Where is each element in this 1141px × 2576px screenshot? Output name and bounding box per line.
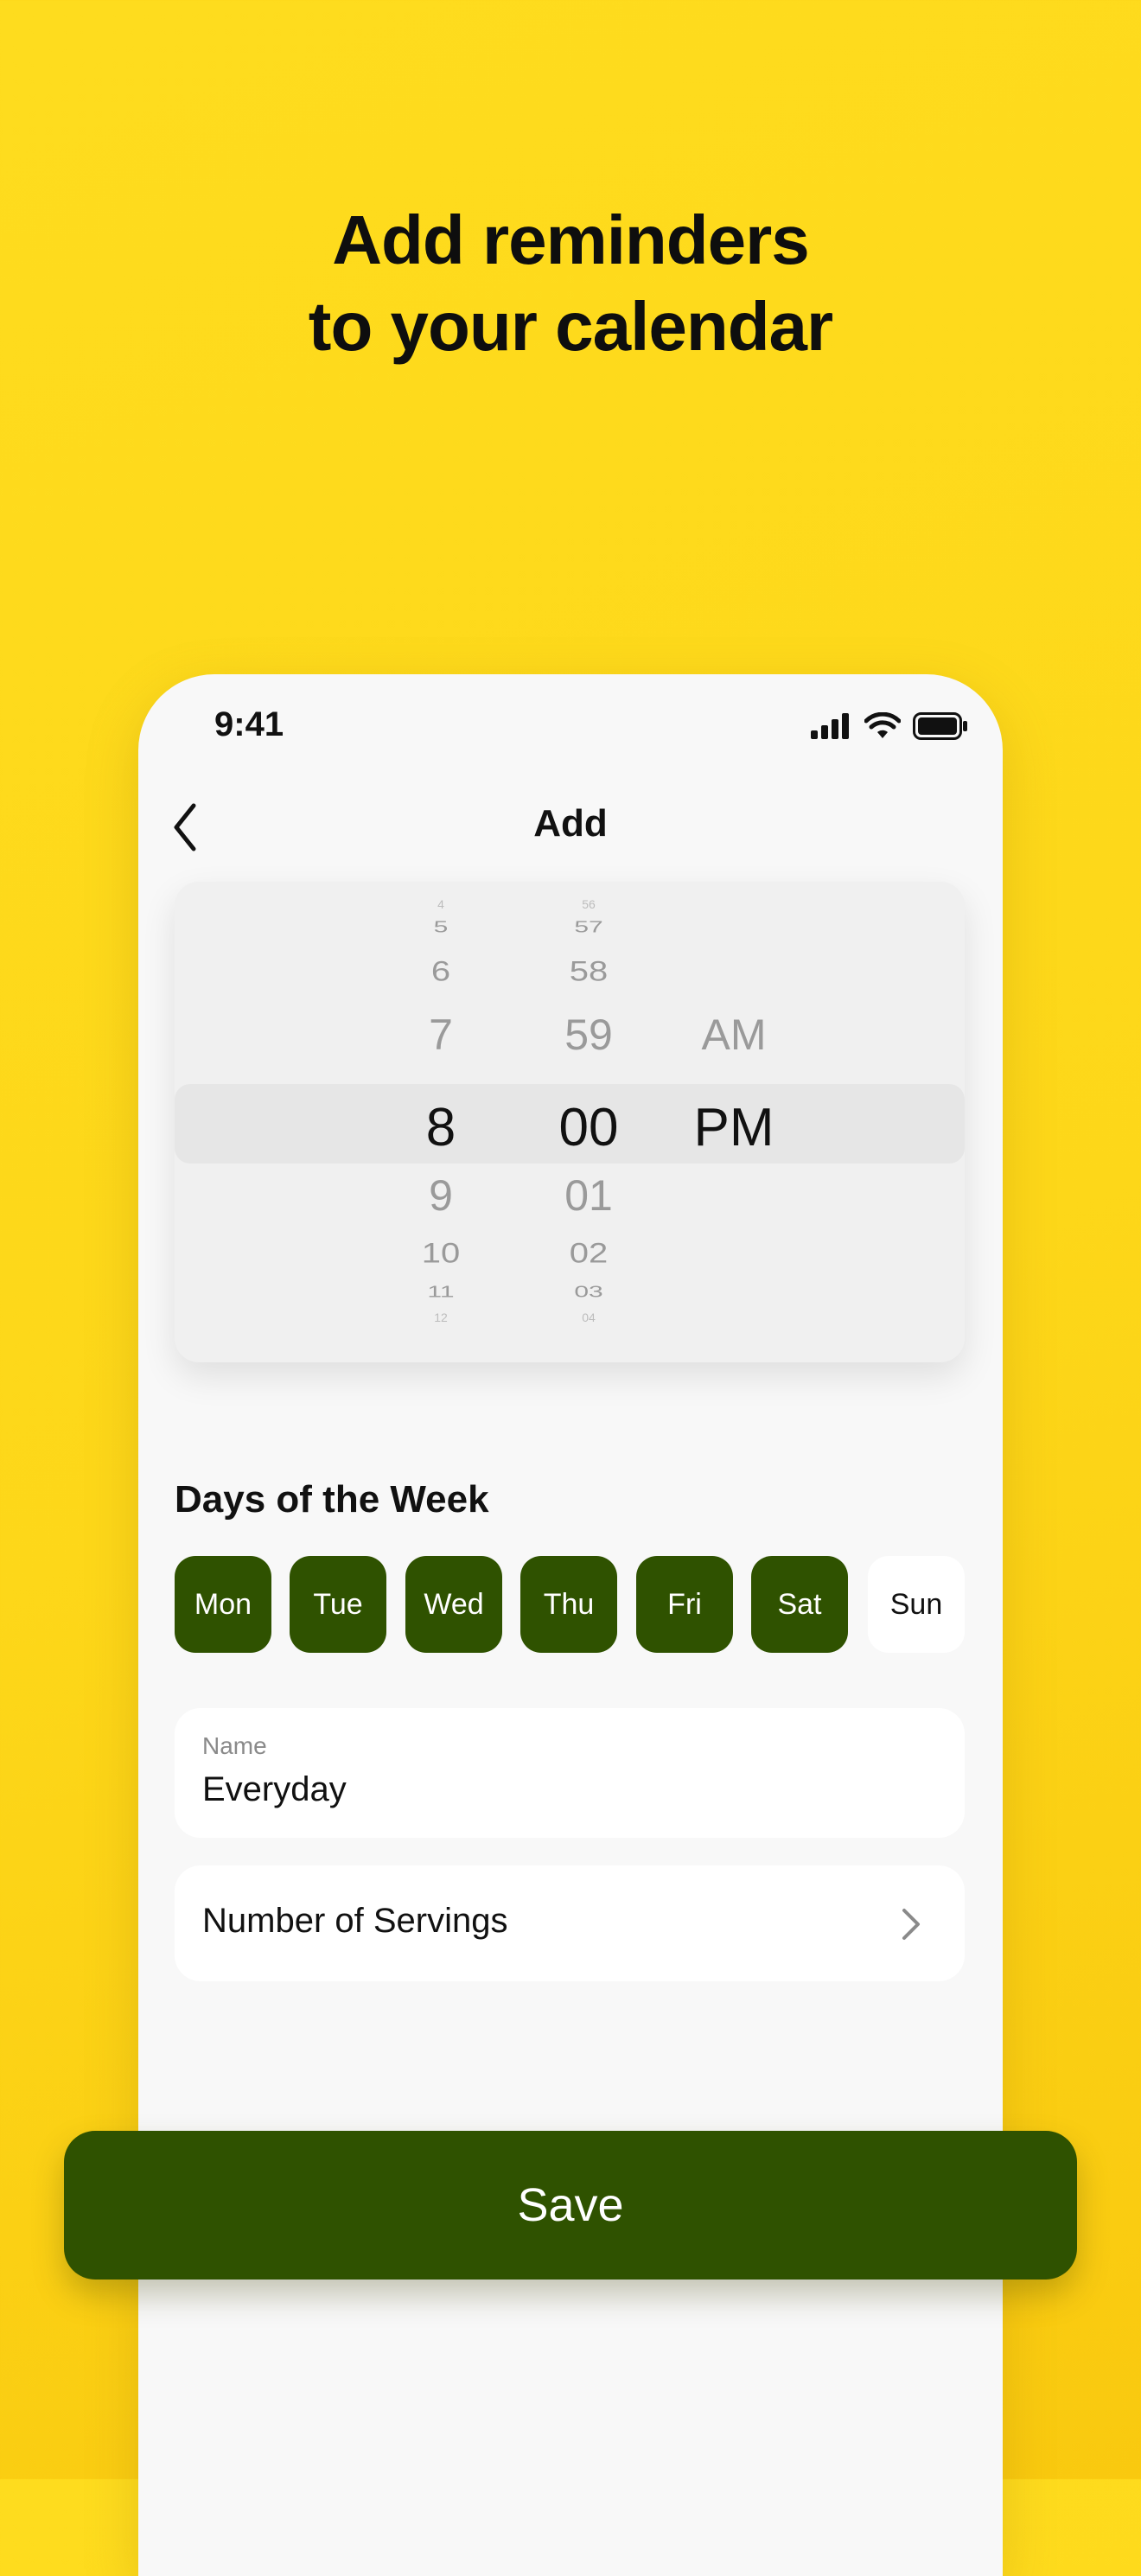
period-wheel[interactable]: AM PM	[656, 882, 812, 1362]
hour-wheel[interactable]: 4 5 6 7 8 9 10 11 12	[363, 882, 519, 1362]
days-of-week-label: Days of the Week	[175, 1478, 489, 1521]
minute-wheel[interactable]: 56 57 58 59 00 01 02 03 04	[511, 882, 666, 1362]
name-field-value[interactable]: Everyday	[202, 1770, 347, 1809]
minute-option: 58	[569, 956, 609, 987]
wifi-icon	[864, 712, 901, 738]
hour-option: 12	[434, 1310, 448, 1324]
minute-option: 56	[582, 897, 596, 911]
minute-option: 01	[564, 1171, 613, 1220]
status-icons	[811, 712, 968, 740]
hour-option: 10	[421, 1238, 461, 1269]
signal-icon	[811, 713, 849, 739]
period-option: AM	[701, 1011, 767, 1059]
chevron-right-icon	[902, 1909, 920, 1940]
day-toggle-tue[interactable]: Tue	[290, 1556, 386, 1653]
minute-option: 04	[582, 1310, 596, 1324]
hour-option: 7	[429, 1011, 453, 1059]
hour-option: 11	[427, 1283, 455, 1301]
hour-option: 9	[429, 1171, 453, 1220]
name-field[interactable]: Name Everyday	[175, 1708, 965, 1838]
day-toggle-sat[interactable]: Sat	[751, 1556, 848, 1653]
number-of-servings-row[interactable]: Number of Servings	[175, 1865, 965, 1981]
day-toggle-sun[interactable]: Sun	[868, 1556, 965, 1653]
phone-screen: 9:41 Add 4 5 6 7 8 9 10 11 12 56 57 58 5…	[138, 674, 1003, 2576]
hour-selected: 8	[425, 1098, 456, 1157]
day-toggle-fri[interactable]: Fri	[636, 1556, 733, 1653]
servings-label: Number of Servings	[202, 1902, 508, 1940]
name-field-label: Name	[202, 1732, 267, 1759]
minute-option: 57	[574, 918, 603, 936]
day-selector: Mon Tue Wed Thu Fri Sat Sun	[175, 1556, 965, 1653]
hour-option: 6	[430, 956, 451, 987]
minute-option: 03	[574, 1283, 603, 1301]
headline: Add reminders to your calendar	[0, 197, 1141, 370]
minute-option: 02	[569, 1238, 609, 1269]
headline-line-2: to your calendar	[308, 288, 833, 365]
hour-option: 4	[437, 897, 444, 911]
day-toggle-wed[interactable]: Wed	[405, 1556, 502, 1653]
minute-option: 59	[564, 1011, 613, 1059]
time-picker[interactable]: 4 5 6 7 8 9 10 11 12 56 57 58 59 00 01 0…	[175, 882, 965, 1362]
hour-option: 5	[433, 918, 449, 936]
day-toggle-thu[interactable]: Thu	[520, 1556, 617, 1653]
day-toggle-mon[interactable]: Mon	[175, 1556, 271, 1653]
save-button[interactable]: Save	[64, 2131, 1077, 2280]
page-title: Add	[533, 802, 608, 845]
status-time: 9:41	[214, 705, 284, 743]
headline-line-1: Add reminders	[332, 201, 810, 278]
minute-selected: 00	[558, 1098, 619, 1157]
period-selected: PM	[693, 1098, 774, 1157]
battery-icon	[913, 712, 967, 740]
